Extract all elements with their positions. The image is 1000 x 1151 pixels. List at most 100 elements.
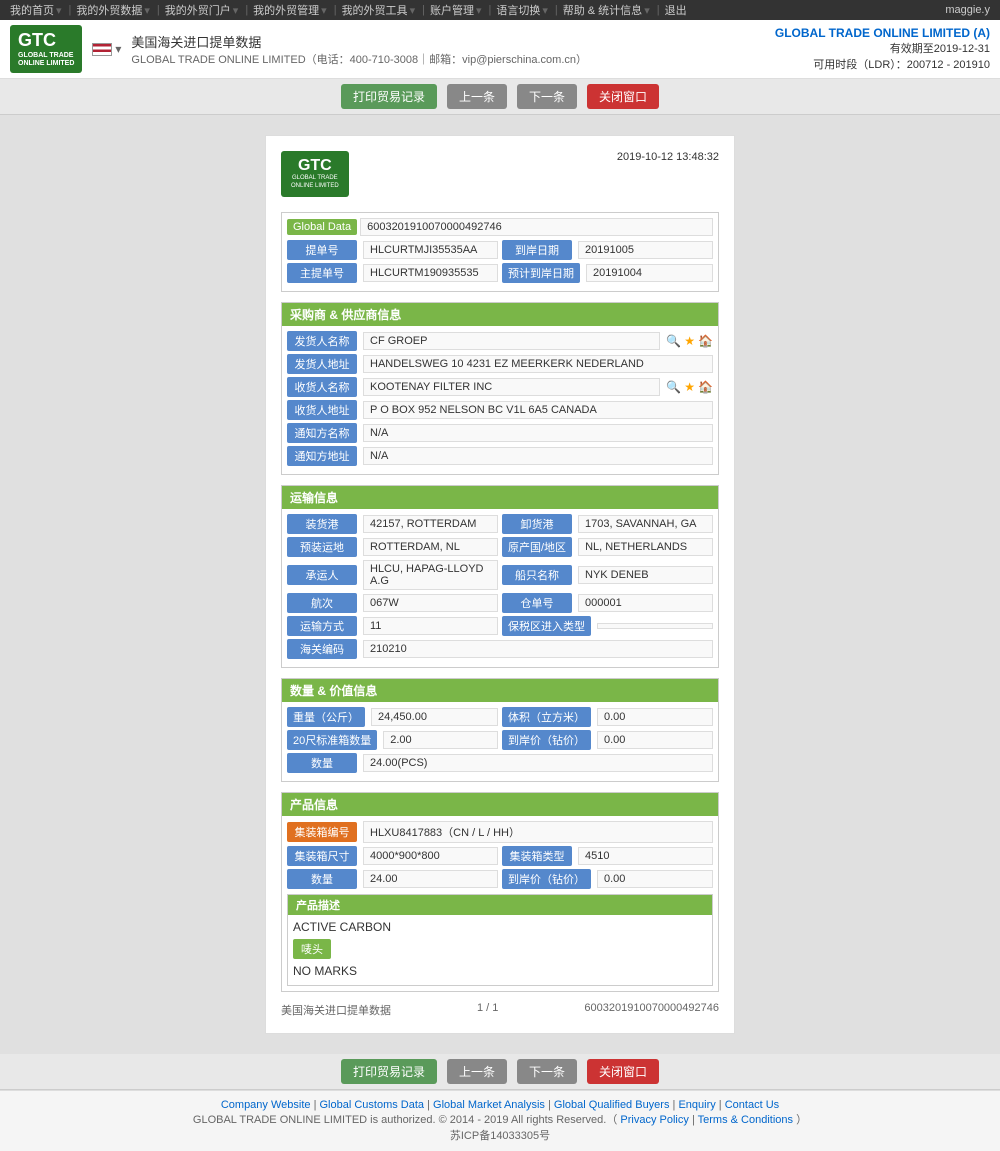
shipper-home-icon[interactable]: 🏠 [698,334,713,348]
notify-name-value: N/A [363,424,713,442]
footer-copyright: GLOBAL TRADE ONLINE LIMITED is authorize… [8,1111,992,1127]
consignee-home-icon[interactable]: 🏠 [698,380,713,394]
prev-button-bottom[interactable]: 上一条 [447,1059,507,1084]
arrival-date-cell: 到岸日期 20191005 [502,240,713,260]
footer-link-market[interactable]: Global Market Analysis [433,1099,545,1111]
unit-price-label: 到岸价（钻价） [502,730,591,750]
top-nav-bar: 我的首页 ▾ | 我的外贸数据 ▾ | 我的外贸门户 ▾ | 我的外贸管理 ▾ … [0,0,1000,20]
nav-export-mgmt[interactable]: 我的外贸管理 [253,2,319,18]
document-content: GTC GLOBAL TRADEONLINE LIMITED 2019-10-1… [265,135,735,1034]
bonded-label: 保税区进入类型 [502,616,591,636]
customs-row: 海关编码 210210 [287,639,713,659]
vessel-value: NYK DENEB [578,566,713,584]
consignee-value: KOOTENAY FILTER INC [363,378,660,396]
marks-label[interactable]: 唛头 [293,939,331,959]
voyage-cell: 航次 067W [287,593,498,613]
footer-link-company[interactable]: Company Website [221,1099,311,1111]
container20-row: 20尺标准箱数量 2.00 到岸价（钻价） 0.00 [287,730,713,750]
close-button[interactable]: 关闭窗口 [587,84,659,109]
doc-logo: GTC GLOBAL TRADEONLINE LIMITED [281,151,349,197]
nav-account[interactable]: 账户管理 [430,2,474,18]
nav-import-data[interactable]: 我的外贸数据 [76,2,142,18]
warehouse-label: 仓单号 [502,593,572,613]
nav-logout[interactable]: 退出 [665,2,687,18]
next-button-bottom[interactable]: 下一条 [517,1059,577,1084]
carrier-row: 承运人 HLCU, HAPAG-LLOYD A.G 船只名称 NYK DENEB [287,560,713,590]
icp-number: 苏ICP备14033305号 [8,1127,992,1143]
container-size-label: 集装箱尺寸 [287,846,357,866]
origin-port-cell: 装货港 42157, ROTTERDAM [287,514,498,534]
consignee-star-icon[interactable]: ★ [684,380,695,394]
logo-text: GTC GLOBAL TRADE ONLINE LIMITED [18,30,74,68]
global-data-row: Global Data 6003201910070000492746 [287,218,713,236]
footer-link-customs[interactable]: Global Customs Data [320,1099,425,1111]
footer-source: 美国海关进口提单数据 [281,1002,391,1018]
container-no-value: HLXU8417883（CN / L / HH） [363,821,713,843]
footer-terms[interactable]: Terms & Conditions [698,1114,793,1126]
close-button-bottom[interactable]: 关闭窗口 [587,1059,659,1084]
container-size-row: 集装箱尺寸 4000*900*800 集装箱类型 4510 [287,846,713,866]
ldr-info: 可用时段（LDR）：200712 - 201910 [775,56,990,72]
next-button[interactable]: 下一条 [517,84,577,109]
product-qty-label: 数量 [287,869,357,889]
action-bar-top: 打印贸易记录 上一条 下一条 关闭窗口 [0,79,1000,115]
desc-body: ACTIVE CARBON 唛头 NO MARKS [288,915,712,985]
arrival-date-label: 到岸日期 [502,240,572,260]
desc-section-header: 产品描述 [288,895,712,915]
document-footer: 美国海关进口提单数据 1 / 1 6003201910070000492746 [281,1002,719,1018]
nav-export-portal[interactable]: 我的外贸门户 [165,2,231,18]
nav-help[interactable]: 帮助 & 统计信息 [563,2,642,18]
unit-price-value: 0.00 [597,731,713,749]
company-name: GLOBAL TRADE ONLINE LIMITED (A) [775,26,990,40]
preload-cell: 预装运地 ROTTERDAM, NL [287,537,498,557]
top-nav-links[interactable]: 我的首页 ▾ | 我的外贸数据 ▾ | 我的外贸门户 ▾ | 我的外贸管理 ▾ … [10,2,687,18]
preload-label: 预装运地 [287,537,357,557]
quantity-section-body: 重量（公斤） 24,450.00 体积（立方米） 0.00 20尺标准箱数量 2… [282,702,718,781]
prev-button[interactable]: 上一条 [447,84,507,109]
weight-row: 重量（公斤） 24,450.00 体积（立方米） 0.00 [287,707,713,727]
estimated-arrival-value: 20191004 [586,264,713,282]
arrival-date-value: 20191005 [578,241,713,259]
consignee-search-icon[interactable]: 🔍 [666,380,681,394]
nav-export-tools[interactable]: 我的外贸工具 [342,2,408,18]
bonded-cell: 保税区进入类型 [502,616,713,636]
footer-link-enquiry[interactable]: Enquiry [678,1099,715,1111]
footer-privacy[interactable]: Privacy Policy [620,1114,688,1126]
shipper-star-icon[interactable]: ★ [684,334,695,348]
voyage-value: 067W [363,594,498,612]
estimated-arrival-label: 预计到岸日期 [502,263,580,283]
shipper-addr-label: 发货人地址 [287,354,357,374]
consignee-icons: 🔍 ★ 🏠 [666,380,713,394]
dest-port-cell: 卸货港 1703, SAVANNAH, GA [502,514,713,534]
product-qty-value: 24.00 [363,870,498,888]
logo-area: GTC GLOBAL TRADE ONLINE LIMITED ▾ 美国海关进口… [10,25,587,73]
nav-language[interactable]: 语言切换 [496,2,540,18]
current-user: maggie.y [945,4,990,16]
carrier-cell: 承运人 HLCU, HAPAG-LLOYD A.G [287,560,498,590]
footer-link-contact[interactable]: Contact Us [725,1099,779,1111]
notify-name-row: 通知方名称 N/A [287,423,713,443]
origin-country-label: 原产国/地区 [502,537,572,557]
consignee-addr-value: P O BOX 952 NELSON BC V1L 6A5 CANADA [363,401,713,419]
action-bar-bottom: 打印贸易记录 上一条 下一条 关闭窗口 [0,1054,1000,1090]
footer-link-buyers[interactable]: Global Qualified Buyers [554,1099,670,1111]
carrier-value: HLCU, HAPAG-LLOYD A.G [363,560,498,590]
origin-country-value: NL, NETHERLANDS [578,538,713,556]
ports-row: 装货港 42157, ROTTERDAM 卸货港 1703, SAVANNAH,… [287,514,713,534]
shipper-search-icon[interactable]: 🔍 [666,334,681,348]
page-title: 美国海关进口提单数据 [131,32,587,51]
print-button-bottom[interactable]: 打印贸易记录 [341,1059,437,1084]
print-button[interactable]: 打印贸易记录 [341,84,437,109]
product-price-cell: 到岸价（钻价） 0.00 [502,869,713,889]
transport-row: 运输方式 11 保税区进入类型 [287,616,713,636]
master-bill-label: 主提单号 [287,263,357,283]
nav-home[interactable]: 我的首页 [10,2,54,18]
shipping-section-body: 装货港 42157, ROTTERDAM 卸货港 1703, SAVANNAH,… [282,509,718,667]
bill-row: 提单号 HLCURTMJI35535AA 到岸日期 20191005 [287,240,713,260]
shipper-value: CF GROEP [363,332,660,350]
shipper-row: 发货人名称 CF GROEP 🔍 ★ 🏠 [287,331,713,351]
footer-links[interactable]: Company Website | Global Customs Data | … [8,1099,992,1111]
container20-label: 20尺标准箱数量 [287,730,377,750]
page-header: GTC GLOBAL TRADE ONLINE LIMITED ▾ 美国海关进口… [0,20,1000,79]
container20-value: 2.00 [383,731,498,749]
